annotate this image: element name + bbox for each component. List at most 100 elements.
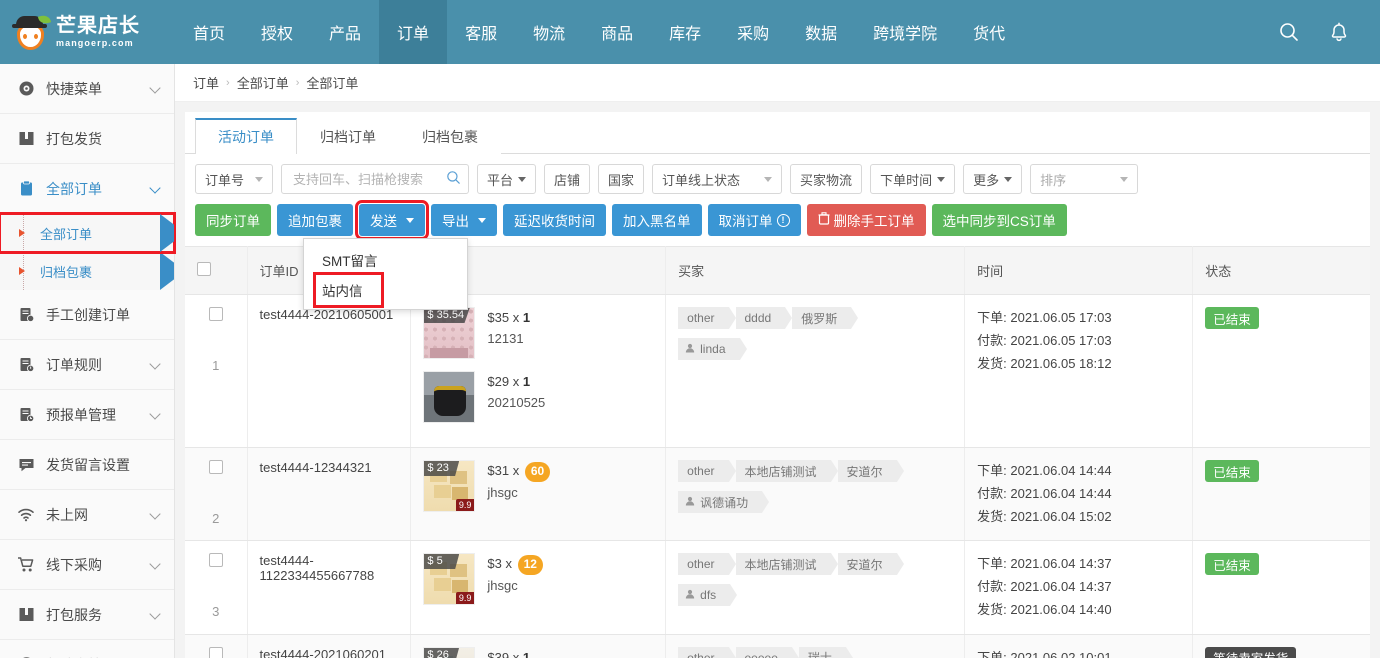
bell-icon[interactable]	[1328, 21, 1350, 43]
table-row[interactable]: 1 test4444-20210605001 $ 35.54 $35 x 1 12131…	[185, 294, 1370, 448]
product-quantity: 1	[522, 649, 531, 658]
nav-item-10[interactable]: 跨境学院	[855, 0, 955, 64]
sidebar-item-7[interactable]: 未上网	[0, 490, 174, 540]
buyer-tag-row: other 本地店铺测试 安道尔	[678, 553, 952, 576]
sidebar-item-3[interactable]: 手工创建订单	[0, 290, 174, 340]
nav-item-7[interactable]: 库存	[651, 0, 719, 64]
product-item[interactable]: $ 5 9.9 $3 x 12 jhsgc	[423, 553, 653, 606]
table-row[interactable]: 3 test4444-1122334455667788 $ 5 9.9 $3 x 12 j…	[185, 540, 1370, 635]
sidebar-item-10[interactable]: ?帮助文档	[0, 640, 174, 658]
row-select-cell: 3	[185, 540, 248, 635]
action-button-2[interactable]: 发送	[355, 200, 429, 240]
package-icon	[16, 606, 36, 623]
nav-item-11[interactable]: 货代	[955, 0, 1023, 64]
product-item[interactable]: $ 35.54 $35 x 1 12131	[423, 307, 653, 359]
table-row[interactable]: 2 test4444-12344321 $ 23 9.9 $31 x 60 jhsgc ot…	[185, 447, 1370, 542]
action-button-5[interactable]: 加入黑名单	[612, 204, 702, 236]
sidebar-item-label: 订单规则	[46, 356, 102, 373]
nav-item-0[interactable]: 首页	[175, 0, 243, 64]
sidebar-item-6[interactable]: 发货留言设置	[0, 440, 174, 490]
table-row[interactable]: 4test4444-2021060201$ 26$39 x 120210602o…	[185, 634, 1370, 658]
action-button-bar: 同步订单 追加包裹 发送 导出 延迟收货时间 加入黑名单 取消订单! 删除手工订单 选中同步到C…	[185, 200, 1370, 310]
order-time-filter[interactable]: 下单时间	[870, 164, 956, 194]
product-price: $39 x	[487, 649, 520, 658]
product-rating-badge: 9.9	[455, 499, 475, 511]
sort-select[interactable]: 排序	[1030, 164, 1139, 194]
sidebar-item-4[interactable]: 订单规则	[0, 340, 174, 390]
breadcrumb-item-0[interactable]: 订单	[193, 73, 219, 92]
buyer-tag: other	[678, 646, 736, 658]
nav-item-6[interactable]: 商品	[583, 0, 651, 64]
breadcrumb-item-1[interactable]: 全部订单	[237, 73, 289, 92]
buyer-cell: other 本地店铺测试 安道尔 讽德诵功	[665, 447, 966, 542]
brand-logo[interactable]: 芒果店长 mangoerp.com	[0, 0, 175, 64]
buyer-logistics-filter[interactable]: 买家物流	[790, 164, 863, 194]
sidebar-submenu-item-0[interactable]: 全部订单	[0, 212, 176, 254]
product-item[interactable]: $29 x 1 20210525	[423, 371, 653, 423]
action-button-7[interactable]: 删除手工订单	[806, 204, 926, 236]
order-no-select[interactable]: 订单号	[195, 164, 273, 194]
shop-filter[interactable]: 店铺	[544, 164, 591, 194]
nav-item-1[interactable]: 授权	[243, 0, 311, 64]
action-button-label: 选中同步到CS订单	[942, 214, 1056, 229]
row-checkbox[interactable]	[208, 307, 223, 321]
product-thumbnail[interactable]: $ 26	[423, 646, 476, 658]
sidebar-item-5[interactable]: 预报单管理	[0, 390, 174, 440]
chevron-down-icon	[150, 83, 162, 95]
order-id-cell[interactable]: test4444-2021060201	[247, 634, 412, 658]
action-button-8[interactable]: 选中同步到CS订单	[931, 204, 1067, 236]
tab-0[interactable]: 活动订单	[195, 118, 297, 154]
nav-item-9[interactable]: 数据	[787, 0, 855, 64]
order-id-cell[interactable]: test4444-12344321	[247, 447, 412, 542]
time-line: 付款: 2021.06.04 14:37	[977, 579, 1112, 594]
country-filter[interactable]: 国家	[598, 164, 645, 194]
product-item[interactable]: $ 26$39 x 120210602	[423, 646, 653, 658]
search-box[interactable]	[281, 164, 469, 194]
product-thumbnail[interactable]: $ 5 9.9	[423, 553, 476, 606]
platform-filter[interactable]: 平台	[477, 164, 537, 194]
online-status-filter[interactable]: 订单线上状态	[652, 164, 783, 194]
dropdown-item-0[interactable]: SMT留言	[304, 245, 467, 275]
action-button-4[interactable]: 延迟收货时间	[503, 204, 606, 236]
action-button-3[interactable]: 导出	[431, 204, 497, 236]
row-checkbox[interactable]	[208, 460, 223, 474]
sidebar-item-9[interactable]: 打包服务	[0, 590, 174, 640]
tab-2[interactable]: 归档包裹	[399, 118, 501, 154]
search-icon[interactable]	[1278, 21, 1300, 43]
product-thumbnail[interactable]: $ 35.54	[423, 307, 476, 359]
order-id-cell[interactable]: test4444-1122334455667788	[247, 540, 412, 635]
order-id-cell[interactable]: test4444-20210605001	[247, 294, 412, 448]
cart-icon	[16, 556, 36, 573]
product-thumbnail[interactable]: $ 23 9.9	[423, 460, 476, 512]
product-cell: $ 5 9.9 $3 x 12 jhsgc	[410, 540, 667, 635]
nav-item-3[interactable]: 订单	[379, 0, 448, 64]
action-button-1[interactable]: 追加包裹	[277, 204, 353, 236]
search-input[interactable]	[291, 170, 441, 188]
nav-item-2[interactable]: 产品	[311, 0, 379, 64]
document-alert-icon	[16, 356, 36, 373]
time-cell: 下单: 2021.06.02 10:01付款: 2021.06.02 10:01	[964, 634, 1194, 658]
sidebar-item-2[interactable]: 全部订单	[0, 164, 174, 214]
row-checkbox[interactable]	[208, 553, 223, 568]
more-filter[interactable]: 更多	[963, 164, 1023, 194]
action-button-0[interactable]: 同步订单	[195, 204, 271, 236]
nav-item-4[interactable]: 客服	[447, 0, 515, 64]
chevron-down-icon	[406, 217, 414, 223]
nav-item-8[interactable]: 采购	[719, 0, 787, 64]
nav-item-5[interactable]: 物流	[515, 0, 583, 64]
product-thumbnail[interactable]	[423, 371, 476, 423]
select-all-checkbox[interactable]	[197, 262, 211, 276]
dropdown-item-1[interactable]: 站内信	[313, 272, 384, 308]
sidebar-item-0[interactable]: 快捷菜单	[0, 64, 174, 114]
chevron-down-icon	[1004, 176, 1013, 182]
buyer-tag: eeeee	[735, 646, 800, 658]
search-icon[interactable]	[446, 170, 461, 188]
sidebar-submenu-item-1[interactable]: 归档包裹	[0, 252, 174, 290]
breadcrumb-item-2[interactable]: 全部订单	[306, 73, 358, 92]
action-button-6[interactable]: 取消订单!	[707, 204, 801, 236]
sidebar-item-1[interactable]: 打包发货	[0, 114, 174, 164]
tab-1[interactable]: 归档订单	[297, 118, 399, 154]
row-checkbox[interactable]	[208, 646, 223, 658]
sidebar-item-8[interactable]: 线下采购	[0, 540, 174, 590]
product-item[interactable]: $ 23 9.9 $31 x 60 jhsgc	[423, 460, 653, 512]
